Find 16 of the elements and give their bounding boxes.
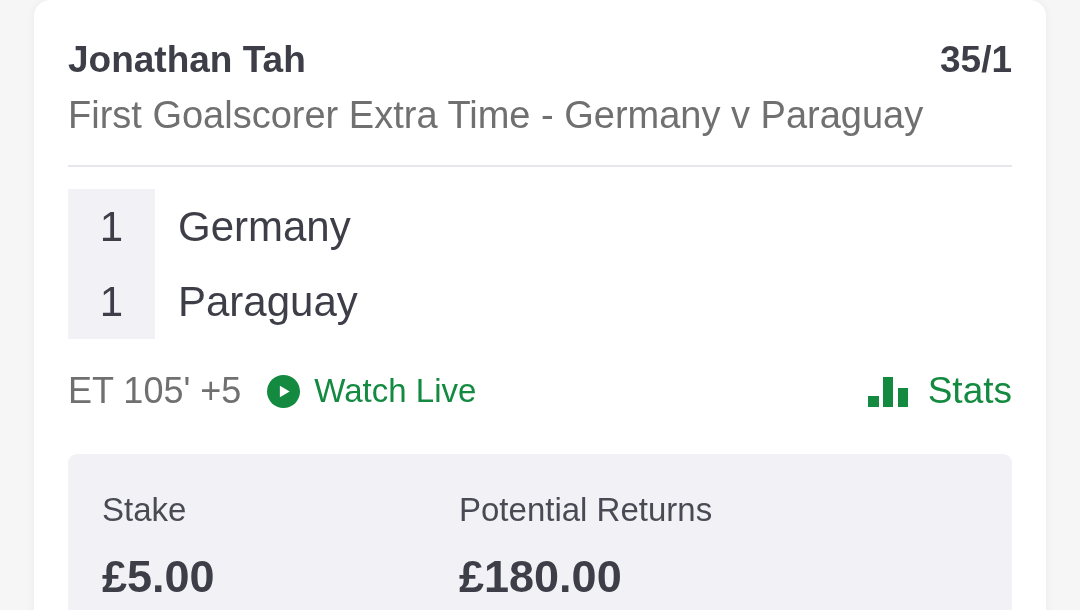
summary-label: Stake: [102, 490, 187, 530]
summary-label: Potential Returns: [459, 490, 713, 530]
summary-value: £5.00: [102, 550, 215, 604]
stats-link[interactable]: Stats: [867, 369, 1012, 413]
team-score: 1: [98, 277, 125, 327]
play-icon: [267, 374, 301, 408]
bar-chart-icon: [867, 377, 908, 407]
summary-value: £180.00: [459, 550, 622, 604]
team-name: Paraguay: [178, 277, 358, 327]
team-name: Germany: [178, 202, 352, 252]
selection-name: Jonathan Tah: [68, 38, 306, 82]
market-name: First Goalscorer Extra Time - Germany v Paraguay: [68, 93, 925, 138]
team-score: 1: [98, 202, 125, 252]
watch-live-link[interactable]: Watch Live: [267, 369, 477, 413]
odds: 35/1: [940, 38, 1012, 82]
match-clock: ET 105' +5: [68, 369, 242, 413]
